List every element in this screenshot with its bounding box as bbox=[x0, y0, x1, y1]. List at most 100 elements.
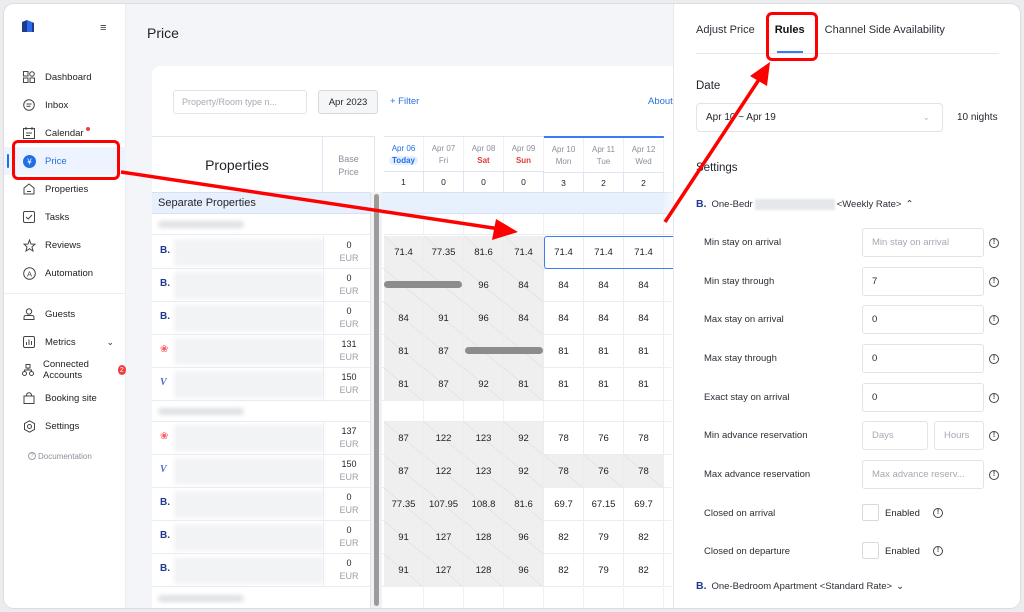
rate-plan-header-weekly[interactable]: B. One-Bedr <Weekly Rate> ⌃ bbox=[696, 198, 913, 210]
date-range-picker[interactable]: Apr 10 ~ Apr 19 ⌄ bbox=[696, 103, 943, 132]
tab-adjust-price[interactable]: Adjust Price bbox=[696, 4, 755, 53]
price-cell[interactable]: 127 bbox=[424, 554, 464, 587]
rate-plan-header-standard[interactable]: B. One-Bedroom Apartment <Standard Rate>… bbox=[696, 580, 904, 592]
info-icon[interactable]: ! bbox=[989, 470, 999, 480]
info-icon[interactable]: ! bbox=[989, 354, 999, 365]
chevron-down-icon[interactable]: ⌄ bbox=[896, 581, 904, 592]
price-cell[interactable]: 81 bbox=[544, 368, 584, 401]
price-cell[interactable]: 71.4 bbox=[544, 236, 584, 269]
price-cell[interactable]: 82 bbox=[624, 554, 664, 587]
vertical-scrollbar[interactable] bbox=[370, 192, 382, 608]
property-name-redacted[interactable] bbox=[174, 239, 324, 266]
price-cell[interactable]: 96 bbox=[464, 269, 504, 302]
price-cell[interactable]: 79 bbox=[584, 521, 624, 554]
price-cell[interactable]: 82 bbox=[544, 554, 584, 587]
sidebar-item-properties[interactable]: Properties bbox=[4, 175, 126, 203]
date-column-header[interactable]: Apr 10 Mon 3 bbox=[544, 136, 584, 194]
chevron-up-icon[interactable]: ⌃ bbox=[905, 199, 913, 210]
price-cell[interactable]: 84 bbox=[624, 302, 664, 335]
price-cell[interactable]: 71.4 bbox=[584, 236, 624, 269]
price-cell[interactable]: 82 bbox=[544, 521, 584, 554]
price-cell[interactable]: 84 bbox=[504, 302, 544, 335]
price-cell[interactable]: 69.7 bbox=[544, 488, 584, 521]
price-cell[interactable]: 84 bbox=[384, 302, 424, 335]
sidebar-item-settings[interactable]: Settings bbox=[4, 412, 126, 440]
price-cell[interactable]: 87 bbox=[384, 422, 424, 455]
rule-input[interactable]: 7 bbox=[862, 266, 984, 296]
price-cell[interactable]: 84 bbox=[584, 302, 624, 335]
price-cell[interactable]: 71.4 bbox=[384, 236, 424, 269]
info-icon[interactable]: ! bbox=[933, 546, 943, 556]
property-name-redacted[interactable] bbox=[174, 491, 324, 518]
tab-rules[interactable]: Rules bbox=[775, 4, 805, 53]
price-cell[interactable]: 108.8 bbox=[464, 488, 504, 521]
price-cell[interactable]: 78 bbox=[544, 422, 584, 455]
price-cell[interactable]: 81 bbox=[384, 368, 424, 401]
price-cell[interactable]: 78 bbox=[624, 455, 664, 488]
price-cell[interactable]: 81.6 bbox=[464, 236, 504, 269]
price-cell[interactable]: 76 bbox=[584, 422, 624, 455]
sidebar-item-price[interactable]: ¥ Price bbox=[4, 147, 126, 175]
price-cell[interactable]: 76 bbox=[584, 455, 624, 488]
date-column-header[interactable]: Apr 11 Tue 2 bbox=[584, 136, 624, 194]
price-cell[interactable]: 87 bbox=[384, 455, 424, 488]
property-name-redacted[interactable] bbox=[174, 371, 324, 398]
price-cell[interactable]: 81 bbox=[384, 335, 424, 368]
date-column-header[interactable]: Apr 08 Sat 0 bbox=[464, 136, 504, 193]
rule-input[interactable]: 0 bbox=[862, 344, 984, 374]
price-cell[interactable]: 128 bbox=[464, 554, 504, 587]
sidebar-item-reviews[interactable]: Reviews bbox=[4, 231, 126, 259]
price-cell[interactable]: 96 bbox=[464, 302, 504, 335]
info-icon[interactable]: ! bbox=[989, 315, 999, 326]
add-filter-button[interactable]: + Filter bbox=[390, 96, 419, 107]
property-name-redacted[interactable] bbox=[174, 557, 324, 584]
sidebar-item-metrics[interactable]: Metrics ⌄ bbox=[4, 328, 126, 356]
price-cell[interactable]: 81 bbox=[544, 335, 584, 368]
date-column-header[interactable]: Apr 07 Fri 0 bbox=[424, 136, 464, 193]
documentation-link[interactable]: ? Documentation bbox=[4, 448, 126, 464]
price-cell[interactable]: 92 bbox=[504, 455, 544, 488]
price-cell[interactable]: 79 bbox=[584, 554, 624, 587]
scrollbar-thumb[interactable] bbox=[374, 194, 379, 606]
about-link[interactable]: About bbox=[648, 96, 673, 107]
info-icon[interactable]: ! bbox=[989, 392, 999, 403]
price-cell[interactable]: 77.35 bbox=[384, 488, 424, 521]
price-cell[interactable]: 81 bbox=[624, 368, 664, 401]
sidebar-item-connected-accounts[interactable]: Connected Accounts 2 bbox=[4, 356, 126, 384]
price-cell[interactable]: 96 bbox=[504, 554, 544, 587]
price-cell[interactable]: 81 bbox=[624, 335, 664, 368]
price-cell[interactable]: 84 bbox=[504, 269, 544, 302]
collapse-menu-icon[interactable]: ≡ bbox=[100, 22, 106, 34]
month-picker[interactable]: Apr 2023 bbox=[318, 90, 378, 114]
closed-on-arrival-checkbox[interactable] bbox=[862, 504, 879, 521]
price-cell[interactable]: 96 bbox=[504, 521, 544, 554]
price-cell[interactable]: 128 bbox=[464, 521, 504, 554]
price-cell[interactable]: 82 bbox=[624, 521, 664, 554]
price-cell[interactable]: 71.4 bbox=[504, 236, 544, 269]
price-cell[interactable]: 69.7 bbox=[624, 488, 664, 521]
group-header-separate-properties[interactable]: Separate Properties bbox=[152, 192, 682, 214]
price-cell[interactable]: 84 bbox=[624, 269, 664, 302]
chevron-down-icon[interactable]: ⌄ bbox=[106, 337, 114, 348]
tab-channel-side-availability[interactable]: Channel Side Availability bbox=[825, 4, 945, 53]
price-cell[interactable]: 81 bbox=[504, 368, 544, 401]
sidebar-item-dashboard[interactable]: Dashboard bbox=[4, 63, 126, 91]
rule-input[interactable]: 0 bbox=[862, 305, 984, 335]
date-column-header[interactable]: Apr 09 Sun 0 bbox=[504, 136, 544, 193]
sidebar-item-inbox[interactable]: Inbox bbox=[4, 91, 126, 119]
price-cell[interactable]: 84 bbox=[544, 269, 584, 302]
price-cell[interactable]: 91 bbox=[384, 554, 424, 587]
price-cell[interactable]: 91 bbox=[424, 302, 464, 335]
price-cell[interactable]: 107.95 bbox=[424, 488, 464, 521]
min-advance-days-input[interactable]: Days bbox=[862, 421, 928, 450]
price-cell[interactable]: 122 bbox=[424, 422, 464, 455]
price-cell[interactable]: 81 bbox=[584, 368, 624, 401]
info-icon[interactable]: ! bbox=[989, 276, 999, 287]
rule-input[interactable]: 0 bbox=[862, 382, 984, 412]
price-cell[interactable]: 81 bbox=[584, 335, 624, 368]
sidebar-item-tasks[interactable]: Tasks bbox=[4, 203, 126, 231]
price-cell[interactable]: 92 bbox=[464, 368, 504, 401]
price-cell[interactable]: 92 bbox=[504, 422, 544, 455]
price-cell[interactable]: 122 bbox=[424, 455, 464, 488]
property-name-redacted[interactable] bbox=[174, 305, 324, 332]
